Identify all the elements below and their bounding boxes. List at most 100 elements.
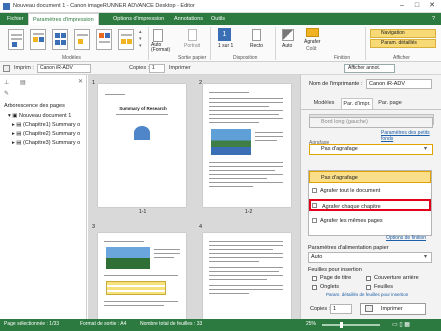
- close-button[interactable]: ✕: [425, 1, 439, 11]
- afficher-annot-button[interactable]: Afficher annot.: [344, 64, 395, 73]
- printer-name-label: Nom de l'imprimante :: [309, 81, 363, 87]
- imprim-label: Imprim :: [14, 65, 34, 71]
- page-thumbnail-3[interactable]: [98, 233, 186, 319]
- paper-size-icon[interactable]: [153, 29, 163, 42]
- portrait-label[interactable]: Portrait: [184, 43, 200, 49]
- recto-label[interactable]: Recto: [250, 43, 263, 49]
- page-titre-checkbox[interactable]: [312, 276, 317, 281]
- printer-name-select[interactable]: Canon iR-ADV: [366, 79, 432, 89]
- feuilles-label: Feuilles pour insertion: [308, 267, 362, 273]
- template-icon-3[interactable]: [52, 29, 68, 50]
- logo-image: [134, 126, 150, 140]
- printer-select[interactable]: Canon iR-ADV: [37, 64, 91, 73]
- pin-icon[interactable]: ⊥: [4, 79, 9, 86]
- paper-size-label[interactable]: Auto (Format): [151, 43, 181, 53]
- color-mode-icon[interactable]: [282, 29, 294, 41]
- staple-chapter-icon: [312, 203, 317, 208]
- portrait-icon[interactable]: [188, 29, 197, 41]
- navigation-toggle[interactable]: Navigation: [370, 29, 436, 38]
- tab-par-page[interactable]: Par. page: [375, 98, 405, 109]
- tree-item-chapter[interactable]: ▸ ▤ (Chapitre1) Summary o: [12, 122, 80, 128]
- chevron-down-icon[interactable]: ▾: [424, 253, 427, 260]
- group-modeles: Modèles: [62, 55, 81, 61]
- stapling-option-chapter[interactable]: Agrafer chaque chapitre: [309, 199, 431, 211]
- help-icon[interactable]: ?: [428, 13, 439, 25]
- alimentation-select[interactable]: Auto: [308, 252, 432, 263]
- template-icon-6[interactable]: [118, 29, 134, 50]
- tree-item-document[interactable]: ▾ ▣ Nouveau document 1: [8, 113, 71, 119]
- tree-header: Arborescence des pages: [4, 103, 65, 109]
- imprimer-label: Imprimer: [381, 306, 403, 312]
- stapling-option-none[interactable]: Pas d'agrafage: [309, 171, 431, 183]
- view-mode-icon[interactable]: ▭ ▯ ▦: [392, 321, 410, 328]
- navigation-pane: ⊥ ▤ ✕ ✎ Arborescence des pages ▾ ▣ Nouve…: [0, 75, 87, 319]
- feuilles-checkbox[interactable]: [366, 285, 371, 290]
- menu-annotations[interactable]: Annotations: [170, 13, 207, 25]
- option-label: Agrafer chaque chapitre: [322, 204, 381, 210]
- template-icon-2[interactable]: [30, 29, 46, 50]
- page-number: 4: [199, 224, 203, 230]
- params-insertion-link[interactable]: Param. détaillés de feuilles pour insert…: [326, 292, 436, 297]
- page-thumbnail-4[interactable]: [203, 233, 291, 319]
- finition-options-link[interactable]: Options de finition: [386, 235, 426, 241]
- couverture-checkbox[interactable]: [366, 276, 371, 281]
- color-mode-label[interactable]: Auto: [282, 43, 292, 49]
- agrafer-label[interactable]: Agrafer: [304, 39, 320, 45]
- page-view-icon[interactable]: ▤: [20, 79, 26, 86]
- copies-input[interactable]: 1: [149, 64, 165, 73]
- chevron-down-icon[interactable]: ▾: [424, 145, 427, 152]
- menu-fichier[interactable]: Fichier: [3, 13, 28, 25]
- stapling-option-all[interactable]: Agrafer tout le document: [309, 185, 431, 197]
- tab-par-impr[interactable]: Par. d'impr.: [341, 98, 373, 109]
- page3-table: [106, 281, 166, 295]
- tab-modeles[interactable]: Modèles: [309, 98, 339, 109]
- onglets-label: Onglets: [320, 284, 339, 290]
- tree-item-chapter[interactable]: ▸ ▤ (Chapitre2) Summary o: [12, 131, 80, 137]
- printer-icon: [365, 305, 373, 312]
- pages-per-sheet-label[interactable]: 1 sur 1: [218, 43, 233, 49]
- page3-photo: [106, 247, 150, 269]
- menu-parametres-impression[interactable]: Paramètres d'impression: [28, 13, 99, 25]
- stapling-value: Pas d'agrafage: [321, 146, 358, 152]
- menu-options-impression[interactable]: Options d'impression: [109, 13, 168, 25]
- document-canvas[interactable]: 1 2 Summary of Research 1-1 1-2 3 4: [88, 75, 300, 319]
- page-number: 2: [199, 80, 203, 86]
- maximize-button[interactable]: □: [410, 1, 424, 11]
- tree-label: (Chapitre2) Summary o: [23, 131, 81, 137]
- menu-outils[interactable]: Outils: [207, 13, 229, 25]
- templates-scroll[interactable]: ▴ ▾ ▾: [139, 29, 145, 50]
- group-afficher: Afficher: [393, 55, 410, 61]
- imprimer-toolbar-button[interactable]: Imprimer: [169, 65, 191, 71]
- template-icon-4[interactable]: [74, 29, 90, 50]
- minimize-button[interactable]: –: [395, 1, 409, 11]
- petits-fonds-text: Paramètres des petits fonds: [381, 130, 430, 142]
- alimentation-value: Auto: [311, 254, 323, 260]
- zoom-slider-thumb[interactable]: [340, 322, 343, 328]
- option-label: Pas d'agrafage: [321, 175, 358, 181]
- zoom-level: 25%: [306, 321, 317, 327]
- binding-select[interactable]: Bord long (gauche): [309, 117, 433, 128]
- template-icon-1[interactable]: [8, 29, 24, 50]
- tree-tool-icon[interactable]: ✎: [4, 90, 9, 97]
- tree-label: (Chapitre1) Summary o: [23, 122, 81, 128]
- zoom-slider[interactable]: [322, 324, 380, 326]
- page-thumbnail-1[interactable]: Summary of Research: [98, 84, 186, 207]
- stapling-select[interactable]: Pas d'agrafage: [309, 144, 433, 155]
- menu-bar: Fichier Paramètres d'impression Options …: [0, 13, 441, 25]
- recto-icon[interactable]: [252, 29, 261, 41]
- copies-stepper[interactable]: 1: [330, 304, 352, 314]
- pages-per-sheet-icon[interactable]: 1: [218, 28, 231, 41]
- divider: [275, 27, 276, 60]
- template-icon-5[interactable]: [96, 29, 112, 50]
- panel-close-icon[interactable]: ✕: [78, 78, 83, 85]
- stapling-option-same[interactable]: Agrafer les mêmes pages: [309, 215, 431, 227]
- staple-icon[interactable]: [306, 28, 319, 37]
- onglets-checkbox[interactable]: [312, 285, 317, 290]
- detailed-settings-toggle[interactable]: Param. détaillés: [370, 39, 436, 48]
- tree-item-chapter[interactable]: ▸ ▤ (Chapitre3) Summary o: [12, 140, 80, 146]
- divider: [148, 27, 149, 60]
- page-thumbnail-2[interactable]: [203, 84, 291, 207]
- page-number: 1: [92, 80, 96, 86]
- page-label: 1-1: [139, 209, 147, 215]
- petits-fonds-link[interactable]: Paramètres des petits fonds: [381, 130, 441, 142]
